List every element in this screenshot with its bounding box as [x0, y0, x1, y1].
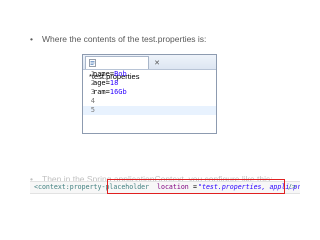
property-value: Bob — [114, 70, 127, 78]
property-value: 16Gb — [109, 88, 127, 96]
property-key: age — [93, 79, 106, 87]
bullet-glyph: • — [30, 34, 33, 44]
highlight-annotation-box — [107, 179, 285, 194]
property-key: ram — [93, 88, 106, 96]
property-value: 18 — [109, 79, 119, 87]
close-tab-icon[interactable]: ✕ — [154, 57, 160, 70]
editor-line: 2 age=18 — [83, 79, 216, 88]
xml-tag-close: /> — [288, 183, 296, 191]
editor-tab-test-properties[interactable]: *test.properties ✕ — [85, 56, 160, 81]
editor-line-current: 5 — [83, 106, 216, 115]
intro-bullet-line: • Where the contents of the test.propert… — [30, 34, 207, 44]
properties-file-icon — [89, 58, 96, 67]
editor-line: 3 ram=16Gb — [83, 88, 216, 97]
property-key: name — [93, 70, 110, 78]
editor-text-area[interactable]: 1 name=Bob 2 age=18 3 ram=16Gb 4 5 — [83, 70, 216, 133]
editor-line: 4 — [83, 97, 216, 106]
intro-text: Where the contents of the test.propertie… — [42, 34, 207, 44]
editor-tab-bar: *test.properties ✕ — [83, 55, 216, 81]
properties-editor: *test.properties ✕ 1 name=Bob 2 age=18 3… — [82, 54, 217, 134]
line-number: 5 — [90, 106, 95, 114]
line-number: 4 — [90, 97, 95, 105]
editor-line: 1 name=Bob — [83, 70, 216, 79]
